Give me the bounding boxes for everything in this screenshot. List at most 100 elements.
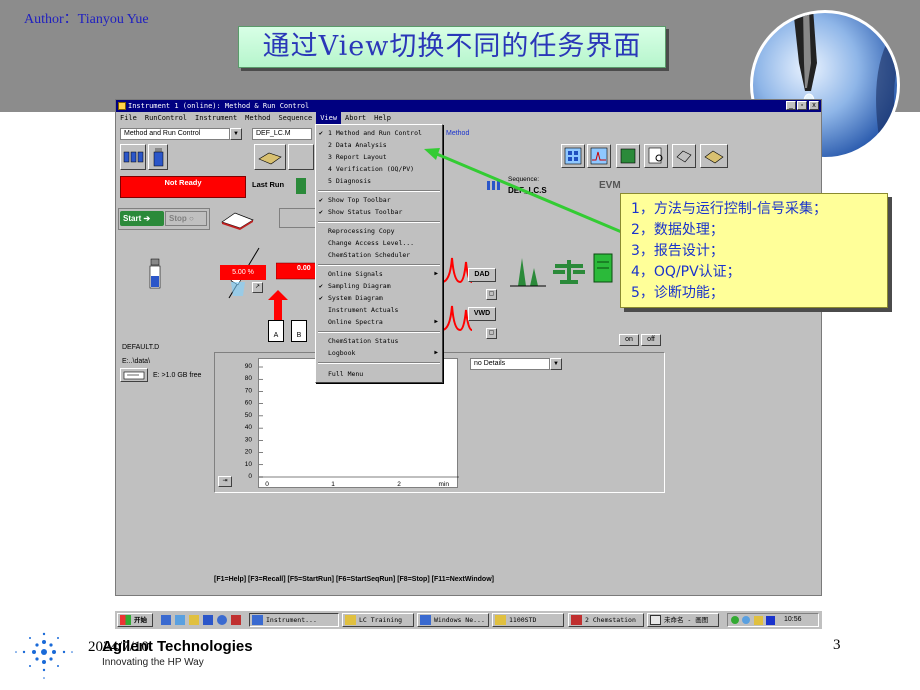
plot-y-axis-labels: 90 80 70 60 50 40 30 20 10 0	[245, 363, 253, 480]
vials-toolbar-icon[interactable]	[120, 144, 146, 170]
checkmark-icon: ✔	[319, 208, 323, 216]
taskbar-item-chemstation[interactable]: 2 Chemstation	[568, 613, 644, 627]
last-run-label: Last Run	[252, 180, 285, 189]
signal-toolbar-icon[interactable]	[587, 144, 611, 168]
view-menu-item-chemstation-status[interactable]: ChemStation Status	[316, 335, 442, 347]
menu-view[interactable]: View	[316, 112, 342, 124]
view-menu-item-show-top-toolbar[interactable]: ✔ Show Top Toolbar	[316, 194, 442, 206]
y-tick-label: 40	[245, 424, 253, 431]
view-menu-item-logbook[interactable]: Logbook ▶	[316, 347, 442, 359]
x-unit-label: min	[439, 481, 450, 488]
dad-button[interactable]: DAD	[468, 268, 496, 282]
minimize-button[interactable]: _	[786, 101, 796, 110]
close-button[interactable]: x	[809, 101, 819, 110]
disk-free-label: E: >1.0 GB free	[153, 372, 202, 379]
view-selector[interactable]: Method and Run Control	[120, 128, 230, 140]
view-menu-item-verification[interactable]: 4 Verification (OQ/PV)	[316, 163, 442, 175]
view-selector-dropdown-icon[interactable]: ▼	[230, 128, 242, 140]
view-menu-item-sampling-diagram[interactable]: ✔ Sampling Diagram	[316, 280, 442, 292]
taskbar-item-paint[interactable]: 未命名 - 画图	[647, 613, 719, 627]
brand-tagline: Innovating the HP Way	[102, 657, 204, 668]
app-icon	[252, 615, 263, 625]
view-menu-item-diagnosis[interactable]: 5 Diagnosis	[316, 175, 442, 187]
windows-logo-icon	[120, 615, 131, 625]
solvent-bottle-b[interactable]: B	[291, 320, 307, 342]
method-selector[interactable]: DEF_LC.M	[252, 128, 312, 140]
menu-method[interactable]: Method	[241, 112, 274, 124]
vial-toolbar-icon[interactable]	[148, 144, 168, 170]
menu-instrument[interactable]: Instrument	[191, 112, 241, 124]
hotkey-bar: [F1=Help] [F3=Recall] [F5=StartRun] [F6=…	[214, 576, 494, 583]
view-menu-item-report-layout[interactable]: 3 Report Layout	[316, 151, 442, 163]
start-label: Start	[123, 214, 142, 223]
view-menu-item-reprocessing-copy[interactable]: Reprocessing Copy	[316, 225, 442, 237]
y-tick-label: 60	[245, 400, 253, 407]
view-menu-item-instrument-actuals[interactable]: Instrument Actuals	[316, 304, 442, 316]
injector-expand-icon[interactable]: ↗	[252, 282, 263, 293]
maximize-button[interactable]: ▫	[797, 101, 807, 110]
method-open-icon[interactable]	[254, 144, 286, 170]
window-icon	[420, 615, 431, 625]
menu-separator	[318, 264, 440, 266]
vwd-expand-icon[interactable]: ▢	[486, 328, 497, 339]
view-menu-item-system-diagram[interactable]: ✔ System Diagram	[316, 292, 442, 304]
quick-launch-icons[interactable]	[159, 614, 243, 627]
method-book-icon[interactable]	[219, 208, 257, 230]
on-button[interactable]: on	[619, 334, 639, 346]
view-menu-item-data-analysis[interactable]: 2 Data Analysis	[316, 139, 442, 151]
lcd-toolbar-icon[interactable]	[616, 144, 640, 168]
menu-item-label: ChemStation Status	[328, 337, 399, 345]
stop-button[interactable]: Stop ○	[165, 211, 207, 226]
taskbar-item-1100std[interactable]: 1100STD	[492, 613, 564, 627]
off-button[interactable]: off	[641, 334, 661, 346]
view-menu-item-show-status-toolbar[interactable]: ✔ Show Status Toolbar	[316, 206, 442, 218]
menu-separator	[318, 190, 440, 192]
brand-name: Agilent Technologies	[102, 638, 253, 655]
menu-item-label: Online Spectra	[328, 318, 383, 326]
report-green-icon[interactable]	[592, 252, 616, 286]
method-save-icon[interactable]	[288, 144, 314, 170]
document-icon	[571, 615, 582, 625]
report-preview-icon[interactable]	[644, 144, 668, 168]
y-tick-label: 30	[245, 436, 253, 443]
taskbar-item-lc-training[interactable]: LC Training	[342, 613, 414, 627]
tray-clock: 10:56	[784, 616, 802, 623]
view-menu-item-scheduler[interactable]: ChemStation Scheduler	[316, 249, 442, 261]
callout-line-3: 3，报告设计；	[631, 243, 724, 259]
view-menu-item-change-access-level[interactable]: Change Access Level...	[316, 237, 442, 249]
view-menu-item-online-spectra[interactable]: Online Spectra ▶	[316, 316, 442, 328]
callout-line-4: 4，OQ/PV认证；	[631, 264, 741, 280]
view-menu-item-method-run-control[interactable]: ✔ 1 Method and Run Control	[316, 127, 442, 139]
graph-toolbar-icon[interactable]	[561, 144, 585, 168]
degasser-arrow-icon	[268, 290, 288, 320]
pump-flow-badge[interactable]: 5.00 %	[220, 265, 266, 280]
taskbar-item-instrument[interactable]: Instrument...	[249, 613, 339, 627]
balance-icon[interactable]	[552, 256, 586, 286]
start-menu-button[interactable]: 开始	[117, 613, 153, 627]
menu-file[interactable]: File	[116, 112, 141, 124]
view-menu-item-full-menu[interactable]: Full Menu	[316, 368, 442, 380]
disk-drive-icon[interactable]	[120, 368, 148, 382]
dad-expand-icon[interactable]: ▢	[486, 289, 497, 300]
slide-title: 通过View切换不同的任务界面	[262, 31, 642, 62]
menu-abort[interactable]: Abort	[341, 112, 370, 124]
start-button[interactable]: Start ➔	[120, 211, 164, 226]
menu-item-label: Full Menu	[328, 370, 364, 378]
details-dropdown-icon[interactable]: ▼	[550, 358, 562, 370]
view-menu-item-online-signals[interactable]: Online Signals ▶	[316, 268, 442, 280]
solvent-bottle-a[interactable]: A	[268, 320, 284, 342]
plot-zoom-icon[interactable]: ⇥	[218, 476, 232, 487]
method-selector-value: DEF_LC.M	[256, 130, 291, 137]
taskbar-item-windows-ne[interactable]: Windows Ne...	[417, 613, 489, 627]
y-tick-label: 90	[245, 363, 253, 370]
vwd-button[interactable]: VWD	[468, 307, 496, 321]
menu-help[interactable]: Help	[370, 112, 395, 124]
book-toolbar-icon[interactable]	[700, 144, 728, 168]
details-selector[interactable]: no Details	[470, 358, 550, 370]
menu-runcontrol[interactable]: RunControl	[141, 112, 191, 124]
menu-item-label: Instrument Actuals	[328, 306, 399, 314]
chromatogram-icon[interactable]	[508, 250, 548, 290]
menu-sequence[interactable]: Sequence	[274, 112, 316, 124]
app-icon	[118, 102, 126, 110]
print-toolbar-icon[interactable]	[672, 144, 696, 168]
